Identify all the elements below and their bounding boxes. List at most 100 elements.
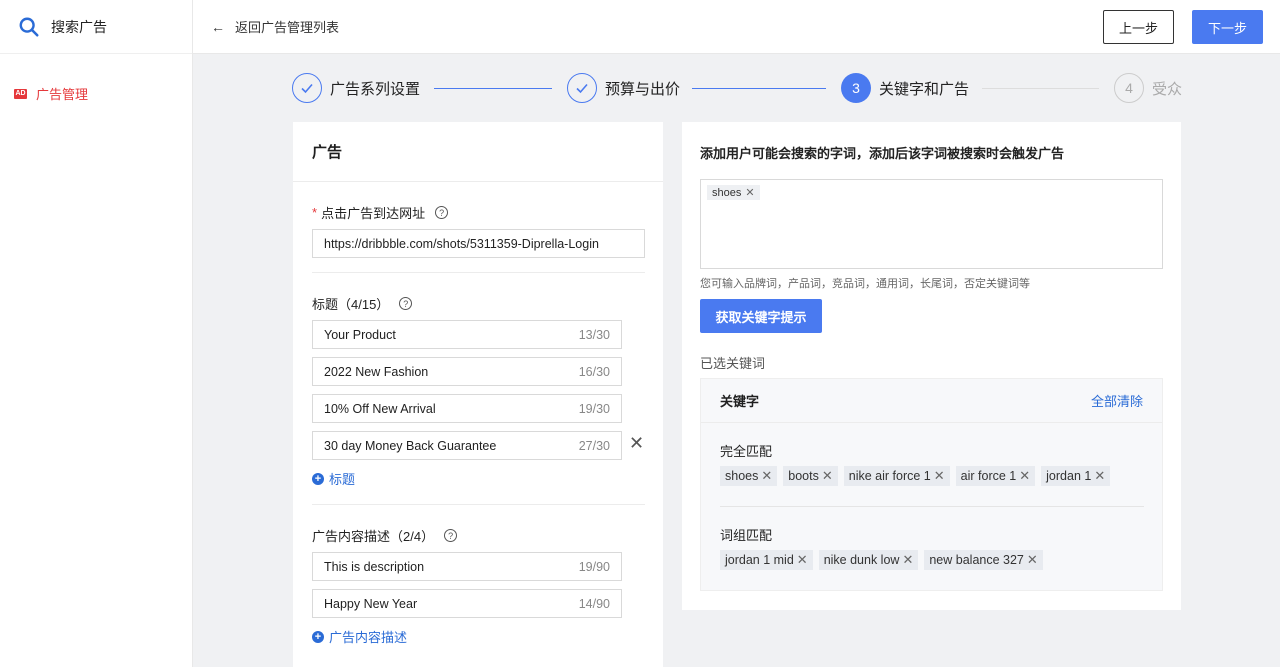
headline-input[interactable]: 2022 New Fashion 16/30 <box>312 357 622 386</box>
check-icon <box>567 73 597 103</box>
keyword-tag: new balance 327 ✕ <box>924 550 1043 570</box>
phrase-match-title: 词组匹配 <box>720 528 773 543</box>
exact-match-title: 完全匹配 <box>720 444 773 459</box>
step-label: 广告系列设置 <box>330 80 421 98</box>
step-label: 关键字和广告 <box>879 80 970 98</box>
headlines-label-text: 标题（4/15） <box>312 297 390 312</box>
ad-icon: AD <box>14 88 27 99</box>
step-keywords-ads[interactable]: 3 关键字和广告 <box>841 73 969 103</box>
keyword-tag: jordan 1 ✕ <box>1041 466 1111 486</box>
headlines-label: 标题（4/15） ? <box>312 294 413 313</box>
keyword-tag-text: jordan 1 <box>1046 469 1092 483</box>
check-icon <box>292 73 322 103</box>
keyword-input-area[interactable]: shoes ✕ <box>700 179 1163 269</box>
description-text: Happy New Year <box>324 596 418 611</box>
description-label: 广告内容描述（2/4） ? <box>312 526 458 545</box>
close-icon[interactable]: ✕ <box>934 468 945 484</box>
keyword-tag-text: new balance 327 <box>929 553 1024 567</box>
keyword-tag-text: air force 1 <box>960 469 1017 483</box>
keywords-header-title: 关键字 <box>720 394 760 409</box>
keyword-tag-text: boots <box>788 469 819 483</box>
ad-card-title: 广告 <box>293 122 663 182</box>
description-input[interactable]: This is description 19/90 <box>312 552 622 581</box>
add-headline-link[interactable]: + 标题 <box>312 469 355 488</box>
close-icon[interactable]: ✕ <box>1019 468 1030 484</box>
close-icon[interactable]: ✕ <box>797 552 808 568</box>
headline-input[interactable]: 30 day Money Back Guarantee 27/30 <box>312 431 622 460</box>
url-label-text: 点击广告到达网址 <box>321 206 426 221</box>
divider <box>312 272 645 273</box>
top-bar: ← 返回广告管理列表 上一步 下一步 <box>193 0 1280 54</box>
remove-headline-icon[interactable]: ✕ <box>629 433 644 454</box>
close-icon[interactable]: ✕ <box>822 468 833 484</box>
keyword-tag-text: shoes <box>725 469 759 483</box>
sidebar: 搜索广告 AD 广告管理 <box>0 0 193 667</box>
keyword-tag-text: shoes <box>712 186 742 199</box>
required-mark: * <box>312 205 318 220</box>
keyword-tag: nike dunk low ✕ <box>818 550 919 570</box>
sidebar-item-ad-management[interactable]: AD 广告管理 <box>14 84 88 103</box>
step-number: 3 <box>841 73 871 103</box>
step-audience[interactable]: 4 受众 <box>1114 73 1182 103</box>
headline-input[interactable]: 10% Off New Arrival 19/30 <box>312 394 622 423</box>
ad-card: 广告 * 点击广告到达网址 ? https://dribbble.com/sho… <box>293 122 663 667</box>
help-icon[interactable]: ? <box>444 529 458 542</box>
description-text: This is description <box>324 559 425 574</box>
add-description-link[interactable]: + 广告内容描述 <box>312 627 407 646</box>
keyword-tag: shoes ✕ <box>707 185 760 200</box>
divider <box>720 506 1144 507</box>
search-icon <box>19 17 39 37</box>
close-icon[interactable]: ✕ <box>1027 552 1038 568</box>
back-link-label: 返回广告管理列表 <box>235 20 340 35</box>
keyword-tag: jordan 1 mid ✕ <box>720 550 813 570</box>
keyword-tag: nike air force 1 ✕ <box>843 466 950 486</box>
selected-keywords-box: 关键字 全部清除 完全匹配 shoes ✕ boots ✕ nike air for… <box>700 378 1163 591</box>
close-icon[interactable]: ✕ <box>1094 468 1105 484</box>
headline-text: 10% Off New Arrival <box>324 401 436 416</box>
back-link[interactable]: ← 返回广告管理列表 <box>211 17 339 36</box>
char-count: 14/90 <box>578 596 610 611</box>
description-input[interactable]: Happy New Year 14/90 <box>312 589 622 618</box>
arrow-left-icon: ← <box>211 18 225 35</box>
keyword-tag-text: nike dunk low <box>823 553 900 567</box>
step-label: 预算与出价 <box>605 80 681 98</box>
step-connector <box>692 88 826 89</box>
keyword-hint: 您可输入品牌词，产品词，竞品词，通用词，长尾词，否定关键词等 <box>700 278 1030 290</box>
headline-text: Your Product <box>324 327 396 342</box>
stepper: 广告系列设置 预算与出价 3 关键字和广告 4 受众 <box>292 73 1192 105</box>
clear-all-link[interactable]: 全部清除 <box>1091 391 1143 410</box>
char-count: 19/90 <box>578 559 610 574</box>
step-budget-bidding[interactable]: 预算与出价 <box>567 73 680 103</box>
next-step-button[interactable]: 下一步 <box>1192 10 1263 44</box>
step-connector <box>982 88 1099 89</box>
close-icon[interactable]: ✕ <box>761 468 772 484</box>
keyword-tag: boots ✕ <box>783 466 838 486</box>
help-icon[interactable]: ? <box>399 297 413 310</box>
close-icon[interactable]: ✕ <box>902 552 913 568</box>
step-campaign-settings[interactable]: 广告系列设置 <box>292 73 420 103</box>
char-count: 27/30 <box>578 438 610 453</box>
get-keyword-suggestions-button[interactable]: 获取关键字提示 <box>700 299 822 333</box>
add-description-label: 广告内容描述 <box>329 630 408 645</box>
description-label-text: 广告内容描述（2/4） <box>312 529 435 544</box>
close-icon[interactable]: ✕ <box>745 186 754 199</box>
headline-text: 2022 New Fashion <box>324 364 429 379</box>
url-input[interactable]: https://dribbble.com/shots/5311359-Dipre… <box>312 229 645 258</box>
divider <box>312 504 645 505</box>
keyword-tag-text: jordan 1 mid <box>725 553 794 567</box>
char-count: 16/30 <box>578 364 610 379</box>
char-count: 13/30 <box>578 327 610 342</box>
previous-step-button[interactable]: 上一步 <box>1103 10 1174 44</box>
url-label: * 点击广告到达网址 ? <box>312 203 449 222</box>
brand-title: 搜索广告 <box>51 18 107 35</box>
brand: 搜索广告 <box>0 0 192 54</box>
keyword-tag: air force 1 ✕ <box>955 466 1036 486</box>
plus-circle-icon: + <box>312 630 324 643</box>
phrase-match-tags: jordan 1 mid ✕ nike dunk low ✕ new balance… <box>720 550 1043 570</box>
headline-text: 30 day Money Back Guarantee <box>324 438 497 453</box>
step-connector <box>434 88 552 89</box>
help-icon[interactable]: ? <box>435 206 449 219</box>
headline-input[interactable]: Your Product 13/30 <box>312 320 622 349</box>
exact-match-tags: shoes ✕ boots ✕ nike air force 1 ✕ air forc… <box>720 466 1111 486</box>
keywords-header: 关键字 全部清除 <box>701 379 1162 423</box>
